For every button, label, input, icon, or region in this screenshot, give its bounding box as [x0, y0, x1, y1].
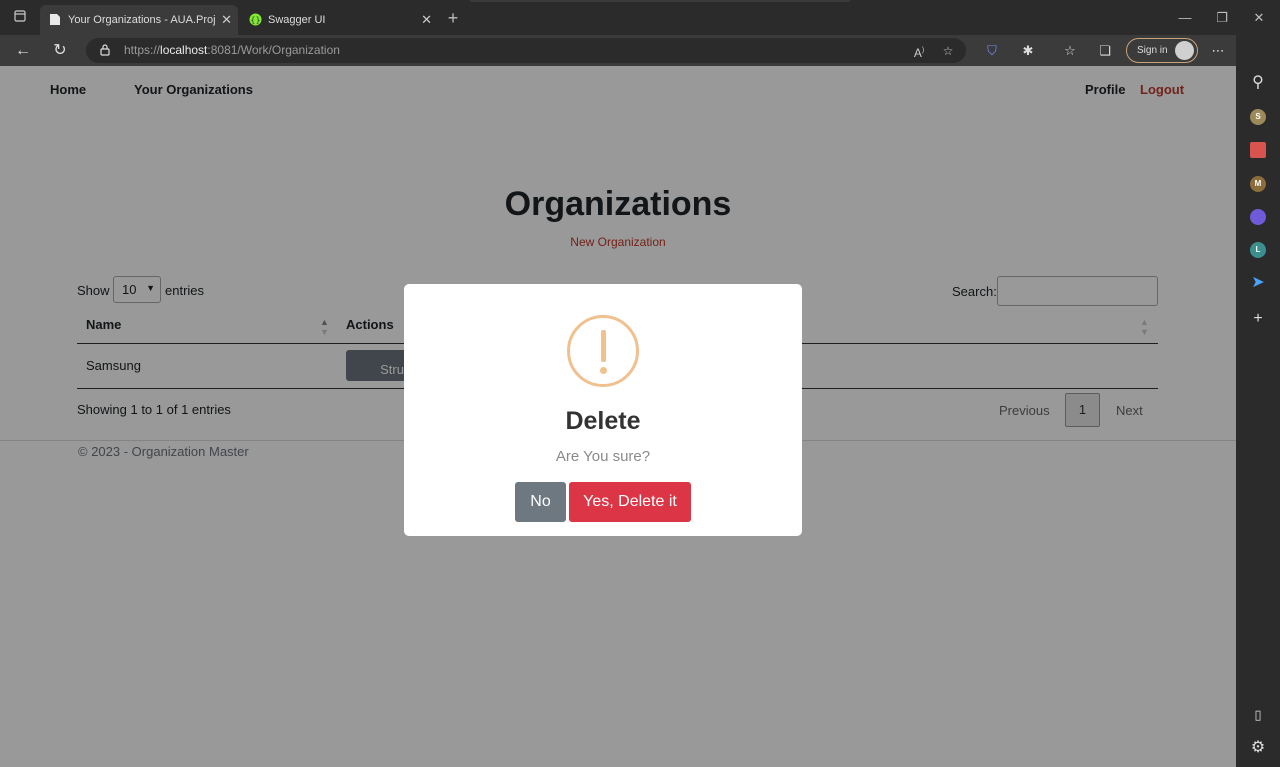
tab-title: Swagger UI — [268, 14, 326, 26]
s-avatar-icon[interactable]: S — [1250, 109, 1266, 125]
profile-avatar-icon — [1175, 41, 1194, 60]
collections-icon[interactable]: ❏ — [1094, 40, 1116, 62]
new-tab-icon[interactable]: + — [443, 8, 463, 28]
warning-bar — [601, 330, 606, 362]
no-button[interactable]: No — [515, 482, 566, 522]
tab-bar-accent — [470, 0, 850, 2]
warning-dot — [600, 367, 607, 374]
shield-icon[interactable]: ⛉ — [981, 40, 1003, 62]
warning-icon — [567, 315, 639, 387]
browser-sidebar: ⚲ S M L ➤ + ▯ ⚙ — [1236, 35, 1280, 767]
url-host: localhost — [160, 43, 208, 57]
tab-title: Your Organizations - AUA.Project — [68, 14, 216, 26]
l-avatar-icon[interactable]: L — [1250, 242, 1266, 258]
close-icon[interactable]: ✕ — [221, 12, 232, 28]
yes-delete-button[interactable]: Yes, Delete it — [569, 482, 691, 522]
sign-in-label: Sign in — [1137, 45, 1168, 56]
address-bar[interactable]: https://localhost:8081/Work/Organization… — [86, 38, 966, 63]
url-path: :8081/Work/Organization — [207, 43, 340, 57]
svg-text:{}: {} — [250, 16, 260, 25]
page-icon — [49, 13, 62, 26]
sign-in-button[interactable]: Sign in — [1126, 38, 1198, 63]
m-avatar-icon[interactable]: M — [1250, 176, 1266, 192]
more-menu-icon[interactable]: ⋯ — [1207, 40, 1229, 62]
back-icon[interactable]: ← — [12, 40, 34, 62]
send-icon[interactable]: ➤ — [1247, 272, 1269, 294]
restore-icon[interactable]: ❐ — [1212, 8, 1232, 28]
tab-actions-icon[interactable] — [10, 8, 30, 28]
url-prefix: https:// — [124, 43, 161, 57]
split-view-icon[interactable]: ▯ — [1247, 704, 1269, 726]
read-aloud-icon[interactable]: A) — [910, 42, 928, 60]
window-close-icon[interactable]: ✕ — [1249, 8, 1269, 28]
toolbox-icon[interactable] — [1250, 142, 1266, 158]
favorites-icon[interactable]: ☆ — [1059, 40, 1081, 62]
browser-tab-bar: Your Organizations - AUA.Project ✕ {} Sw… — [0, 0, 1280, 35]
minimize-icon[interactable]: — — [1175, 8, 1195, 28]
swagger-icon: {} — [249, 13, 262, 26]
web-page: Home Your Organizations Profile Logout O… — [0, 66, 1236, 767]
add-icon[interactable]: + — [1247, 308, 1269, 330]
extensions-icon[interactable]: ✱ — [1017, 40, 1039, 62]
tab-swagger-ui[interactable]: {} Swagger UI ✕ — [240, 5, 438, 35]
delete-confirm-dialog: Delete Are You sure? No Yes, Delete it — [404, 284, 802, 536]
close-icon[interactable]: ✕ — [421, 12, 432, 28]
favorite-add-icon[interactable]: ☆ — [939, 42, 957, 60]
settings-icon[interactable]: ⚙ — [1247, 737, 1269, 759]
url-text: https://localhost:8081/Work/Organization — [124, 43, 340, 57]
tab-your-organizations[interactable]: Your Organizations - AUA.Project ✕ — [40, 5, 238, 35]
search-icon[interactable]: ⚲ — [1247, 72, 1269, 94]
refresh-icon[interactable]: ↻ — [49, 40, 71, 62]
dialog-title: Delete — [565, 407, 641, 435]
address-toolbar: ← ↻ https://localhost:8081/Work/Organiza… — [0, 35, 1280, 66]
copilot-icon[interactable] — [1250, 209, 1266, 225]
lock-icon — [99, 43, 113, 57]
dialog-text: Are You sure? — [555, 448, 651, 465]
